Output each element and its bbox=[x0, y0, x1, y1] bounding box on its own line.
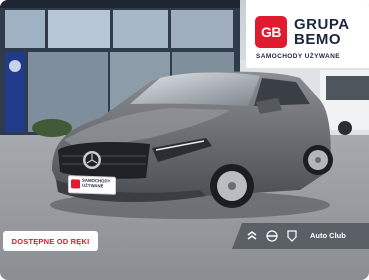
listing-photo-card[interactable]: GB GRUPA BEMO SAMOCHODY UŻYWANE SAMOCHOD… bbox=[0, 0, 369, 280]
dealer-logo: GB GRUPA BEMO SAMOCHODY UŻYWANE bbox=[246, 0, 369, 68]
availability-badge: DOSTĘPNE OD RĘKI bbox=[3, 231, 98, 251]
dealer-name: Auto Club bbox=[310, 231, 346, 240]
citroen-icon bbox=[246, 230, 258, 242]
dealer-plate: SAMOCHODY UŻYWANE bbox=[68, 175, 116, 195]
peugeot-icon bbox=[286, 230, 298, 242]
brand-name-line2: BEMO bbox=[294, 31, 341, 48]
gb-plate-icon bbox=[71, 179, 80, 189]
brand-subtitle: SAMOCHODY UŻYWANE bbox=[256, 53, 340, 60]
gb-logo-icon: GB bbox=[255, 16, 287, 48]
opel-icon bbox=[266, 230, 278, 242]
dealer-brand-strip: Auto Club bbox=[232, 223, 369, 249]
